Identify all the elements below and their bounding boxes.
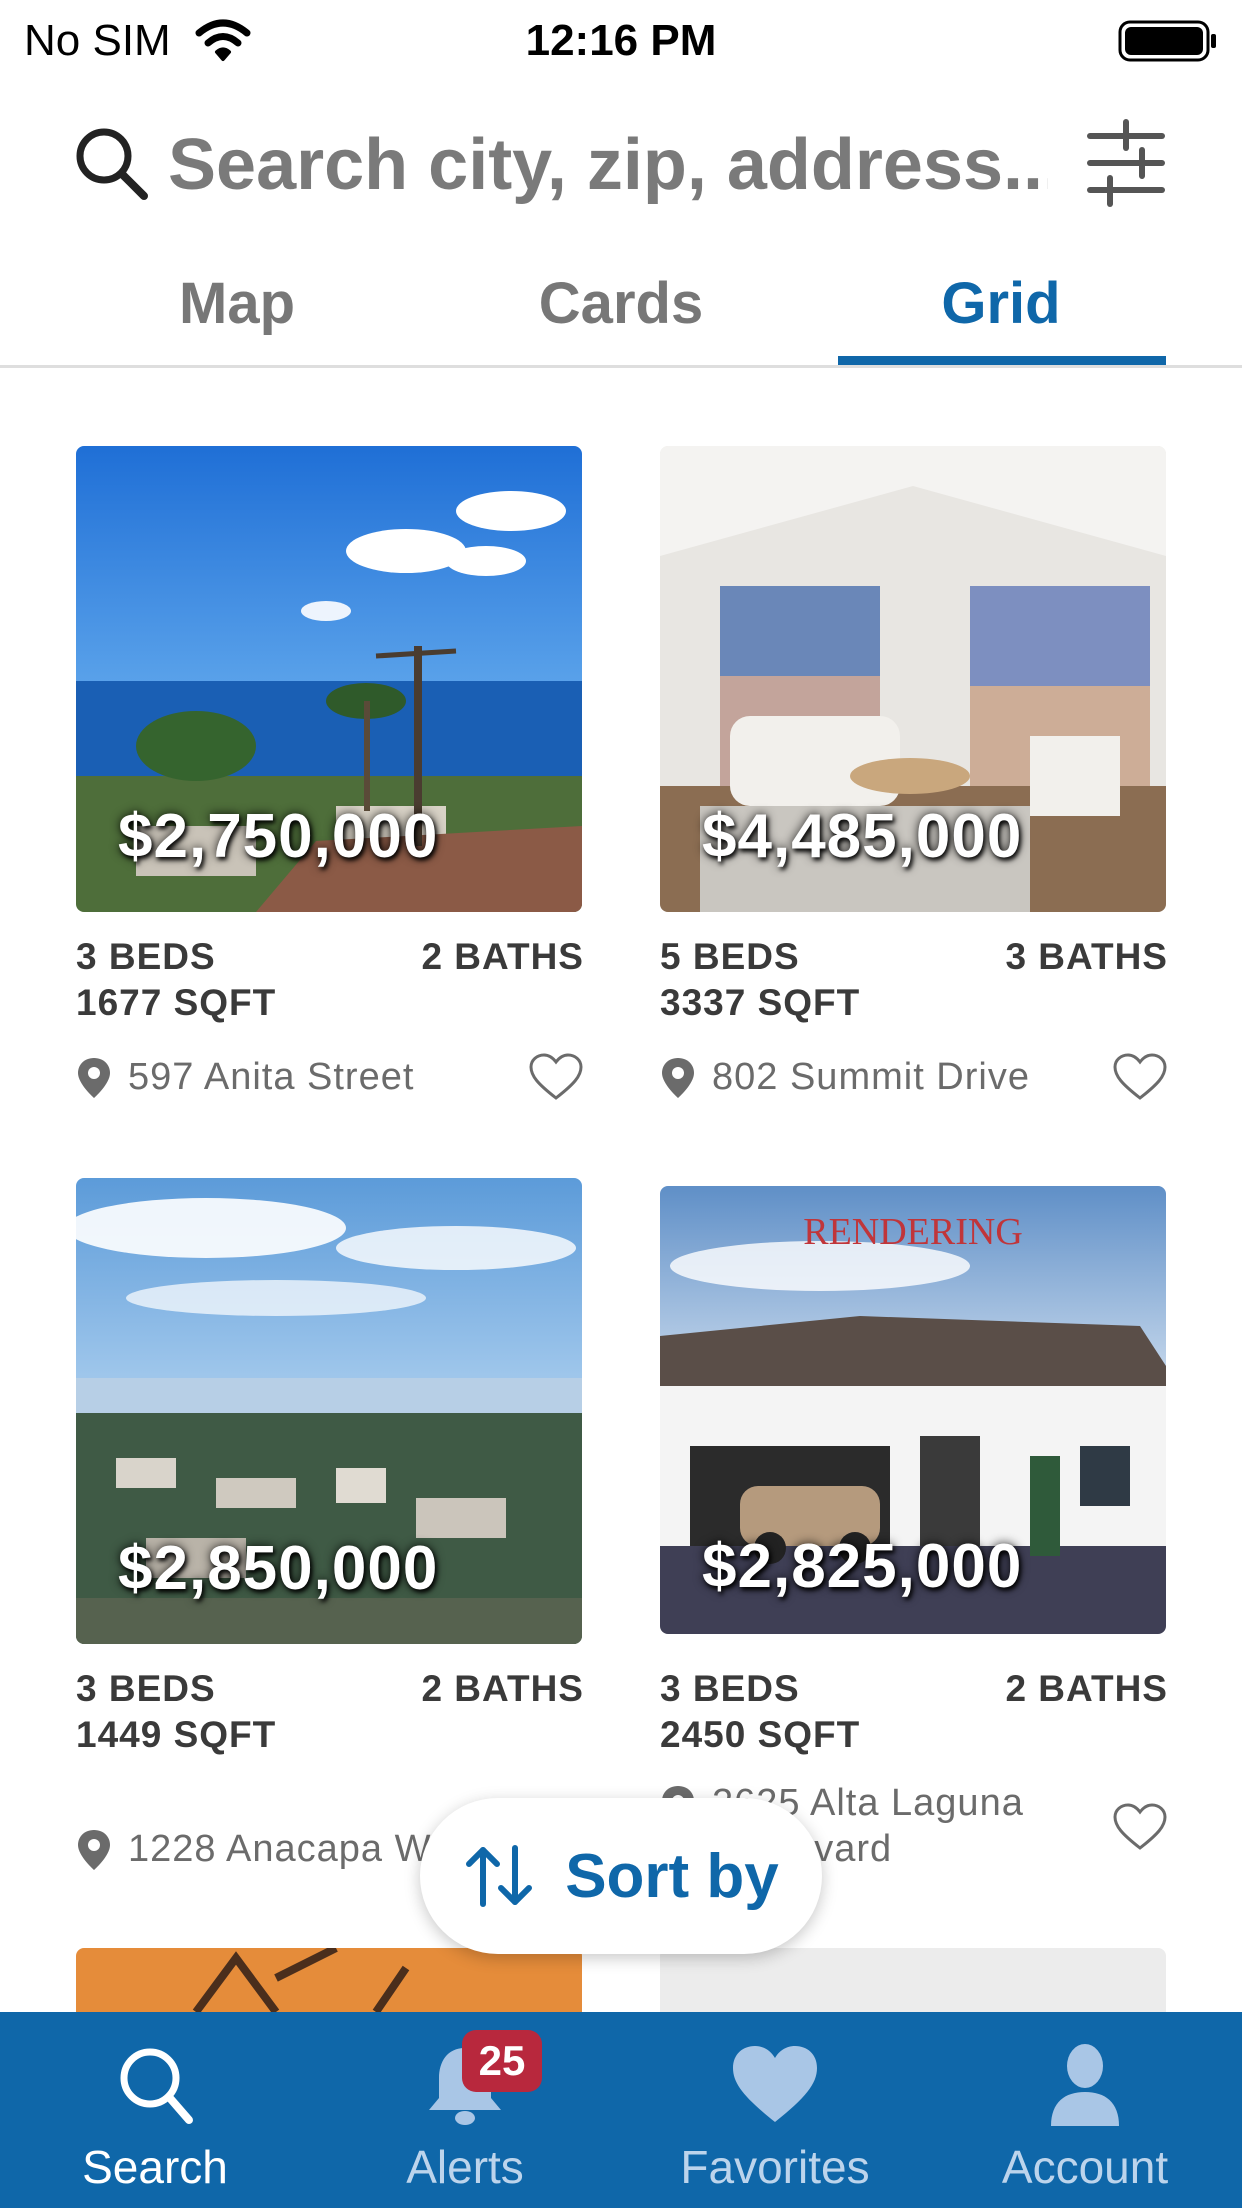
sort-by-button[interactable]: Sort by — [420, 1798, 822, 1954]
listing-sqft: 2450 SQFT — [660, 1714, 861, 1755]
tab-cards[interactable]: Cards — [456, 270, 786, 337]
sort-arrows-icon — [466, 1845, 533, 1907]
filter-sliders-icon[interactable] — [1086, 118, 1166, 208]
listing-sqft: 3337 SQFT — [660, 982, 861, 1023]
listing-price: $2,750,000 — [118, 802, 439, 871]
listing-beds: 3 BEDS — [76, 1668, 216, 1709]
favorite-heart-icon[interactable] — [1112, 1802, 1168, 1852]
search-bar — [0, 100, 1242, 230]
location-pin-icon — [662, 1058, 694, 1098]
nav-search[interactable]: Search — [0, 2012, 310, 2208]
heart-icon — [733, 2046, 817, 2122]
listing-baths: 2 BATHS — [1005, 1668, 1168, 1709]
active-tab-indicator — [838, 356, 1166, 365]
nav-favorites[interactable]: Favorites — [620, 2012, 930, 2208]
listing-sqft: 1677 SQFT — [76, 982, 277, 1023]
listing-card[interactable]: $2,850,000 3 BEDS 2 BATHS 1449 SQFT 1228… — [76, 1178, 584, 1870]
nav-alerts-label: Alerts — [406, 2141, 524, 2193]
nav-favorites-label: Favorites — [680, 2141, 870, 2193]
rendering-watermark: RENDERING — [803, 1211, 1023, 1253]
listing-price: $4,485,000 — [702, 802, 1023, 871]
listing-photo[interactable]: $4,485,000 — [660, 446, 1166, 912]
listing-photo-partial[interactable] — [76, 1948, 582, 2012]
nav-account[interactable]: Account — [930, 2012, 1240, 2208]
sunset-photo — [76, 1948, 582, 2012]
listing-photo-partial[interactable] — [660, 1948, 1166, 2012]
listing-beds: 3 BEDS — [76, 936, 216, 977]
favorite-heart-icon[interactable] — [528, 1052, 584, 1102]
search-icon[interactable] — [72, 124, 152, 204]
battery-icon — [1118, 20, 1216, 62]
status-bar: No SIM 12:16 PM — [0, 0, 1242, 80]
listing-photo[interactable]: RENDERING $2,825,000 — [660, 1186, 1166, 1634]
nav-search-label: Search — [82, 2141, 228, 2193]
sort-by-label: Sort by — [565, 1841, 779, 1911]
tab-map[interactable]: Map — [72, 270, 402, 337]
location-pin-icon — [78, 1830, 110, 1870]
listing-baths: 2 BATHS — [421, 936, 584, 977]
listing-beds: 5 BEDS — [660, 936, 800, 977]
listing-photo[interactable]: $2,850,000 — [76, 1178, 582, 1644]
status-time: 12:16 PM — [525, 16, 717, 65]
listing-card[interactable]: $4,485,000 5 BEDS 3 BATHS 3337 SQFT 802 … — [660, 446, 1168, 1106]
nav-alerts[interactable]: 25 Alerts — [310, 2012, 620, 2208]
listing-price: $2,850,000 — [118, 1534, 439, 1603]
nav-account-label: Account — [1001, 2141, 1169, 2193]
person-icon — [1051, 2044, 1119, 2126]
tab-grid[interactable]: Grid — [836, 270, 1166, 337]
view-tabs: Map Cards Grid — [0, 250, 1242, 368]
bottom-tab-bar: Search 25 Alerts Favorites Account — [0, 2012, 1242, 2208]
listing-baths: 3 BATHS — [1005, 936, 1168, 977]
listing-beds: 3 BEDS — [660, 1668, 800, 1709]
location-pin-icon — [78, 1058, 110, 1098]
search-input[interactable] — [168, 120, 1048, 210]
favorite-heart-icon[interactable] — [1112, 1052, 1168, 1102]
listing-address: 597 Anita Street — [128, 1056, 415, 1098]
listing-price: $2,825,000 — [702, 1532, 1023, 1601]
listing-sqft: 1449 SQFT — [76, 1714, 277, 1755]
alerts-count-badge: 25 — [462, 2030, 542, 2092]
listing-card[interactable]: $2,750,000 3 BEDS 2 BATHS 1677 SQFT 597 … — [76, 446, 584, 1106]
search-icon — [120, 2048, 193, 2124]
listing-photo[interactable]: $2,750,000 — [76, 446, 582, 912]
listing-baths: 2 BATHS — [421, 1668, 584, 1709]
listing-card[interactable]: RENDERING $2,825,000 3 BEDS 2 BATHS 2450… — [660, 1178, 1168, 1870]
listing-address: 802 Summit Drive — [712, 1056, 1030, 1098]
